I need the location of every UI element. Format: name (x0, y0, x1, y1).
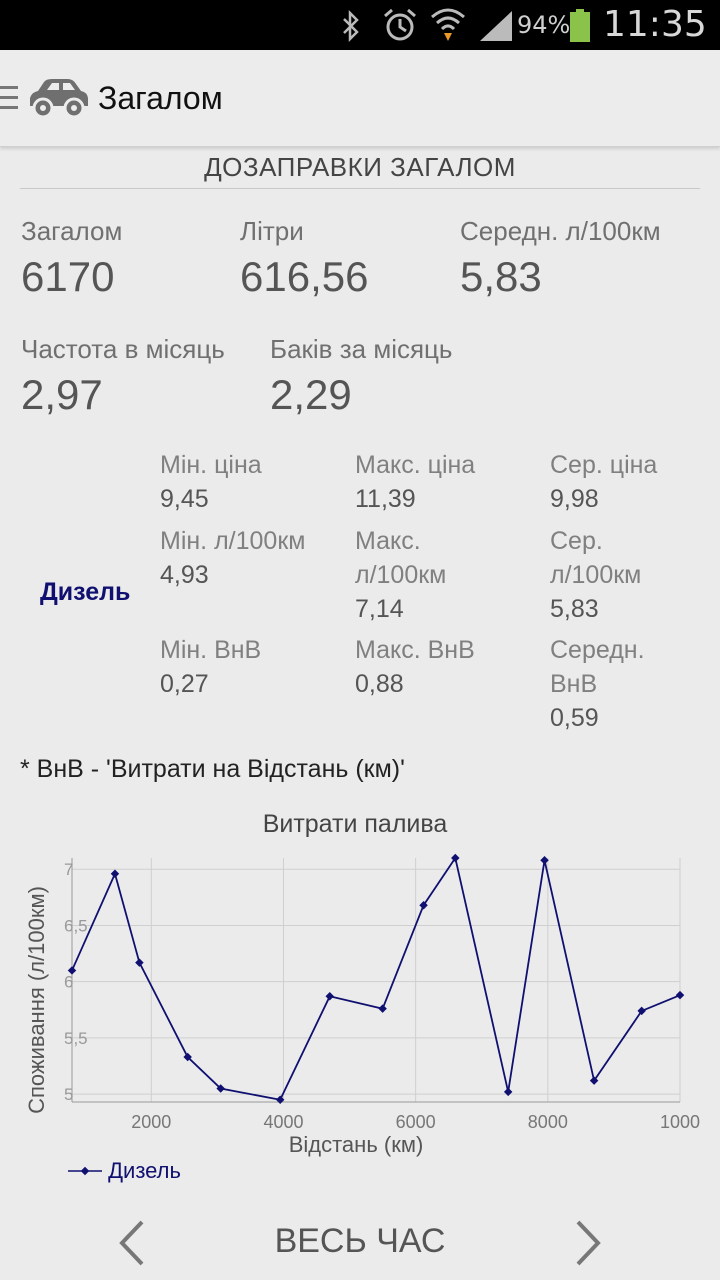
y-tick-label: 6,5 (64, 916, 88, 935)
stat-value: 6170 (21, 253, 115, 300)
cell-value: 0,59 (550, 704, 599, 732)
stat-tanks-per-month: Баків за місяць 2,29 (270, 334, 452, 419)
car-icon[interactable] (26, 76, 90, 122)
action-bar: Загалом (0, 50, 720, 147)
data-point (325, 992, 334, 1001)
x-tick-label: 2000 (131, 1112, 171, 1132)
chevron-right-icon[interactable] (568, 1218, 608, 1268)
fuel-cell-max-price: Макс. ціна 11,39 (355, 448, 535, 516)
cell-value: 9,45 (160, 485, 209, 513)
fuel-cell-min-price: Мін. ціна 9,45 (160, 448, 340, 516)
fuel-cell-max-consumption: Макс. л/100км 7,14 (355, 524, 505, 626)
cell-label: Мін. ВнВ (160, 636, 262, 664)
stat-label: Літри (240, 216, 304, 246)
stat-label: Баків за місяць (270, 334, 453, 364)
status-bar: 94% 11:35 (0, 0, 720, 50)
stat-monthly-frequency: Частота в місяць 2,97 (21, 334, 225, 419)
cell-value: 9,98 (550, 485, 599, 513)
cell-label: Макс. л/100км (355, 527, 447, 589)
series-line (71, 855, 681, 1101)
battery-percent: 94% (517, 11, 571, 39)
stat-average-consumption: Середн. л/100км 5,83 (460, 216, 661, 301)
y-tick-label: 5 (64, 1085, 73, 1104)
fuel-cell-max-cpd: Макс. ВнВ 0,88 (355, 633, 535, 701)
chart-title: Витрати палива (262, 810, 448, 838)
stat-liters: Літри 616,56 (240, 216, 368, 301)
stat-value: 2,29 (270, 371, 352, 418)
fuel-type-name: Дизель (40, 578, 131, 606)
wifi-icon (431, 8, 465, 41)
data-point (110, 869, 120, 878)
x-axis-label: Відстань (км) (289, 1132, 424, 1157)
stat-label: Середн. л/100км (460, 216, 661, 246)
cell-value: 5,83 (550, 595, 599, 623)
stat-label: Загалом (21, 216, 123, 246)
cell-label: Макс. ціна (355, 451, 476, 479)
cell-label: Мін. ціна (160, 451, 262, 479)
data-point (378, 1004, 387, 1013)
legend-line-icon (68, 1166, 102, 1176)
battery-icon (570, 9, 590, 42)
drawer-menu-icon[interactable] (0, 84, 20, 114)
y-tick-label: 5,5 (64, 1029, 88, 1048)
period-label[interactable]: ВЕСЬ ЧАС (160, 1222, 560, 1261)
page-title: Загалом (98, 80, 223, 116)
cell-value: 4,93 (160, 561, 209, 589)
x-tick-label: 8000 (528, 1112, 568, 1132)
chart-legend: Дизель (68, 1158, 181, 1184)
x-tick-label: 1000 (660, 1112, 700, 1132)
fuel-cell-avg-price: Сер. ціна 9,98 (550, 448, 710, 516)
cell-value: 0,27 (160, 670, 209, 698)
stat-value: 5,83 (460, 253, 542, 300)
stat-value: 616,56 (240, 253, 369, 300)
stat-total: Загалом 6170 (21, 216, 122, 301)
signal-icon (480, 11, 512, 41)
legend-label: Дизель (108, 1158, 181, 1183)
cell-value: 0,88 (355, 670, 404, 698)
cell-label: Мін. л/100км (160, 527, 306, 555)
fuel-consumption-chart: 2000 4000 6000 8000 1000 5 5,5 6 6,5 7 Відстань (к… (24, 853, 700, 1157)
bluetooth-icon (343, 10, 359, 42)
fuel-cell-avg-consumption: Сер. л/100км 5,83 (550, 524, 700, 626)
stat-value: 2,97 (21, 371, 103, 418)
cell-label: Сер. ціна (550, 451, 658, 479)
cell-value: 11,39 (355, 485, 416, 513)
y-axis-label: Споживання (л/100км) (24, 886, 49, 1114)
footnote: * ВнВ - 'Витрати на Відстань (км)' (20, 755, 405, 783)
alarm-icon (384, 8, 416, 41)
data-point (675, 990, 685, 1000)
cell-label: Сер. л/100км (550, 527, 642, 589)
cell-value: 7,14 (355, 595, 404, 623)
y-tick-label: 7 (64, 860, 73, 879)
y-tick-label: 6 (64, 973, 73, 992)
cell-label: Макс. ВнВ (355, 636, 475, 664)
stat-label: Частота в місяць (21, 334, 225, 364)
fuel-cell-min-consumption: Мін. л/100км 4,93 (160, 524, 310, 592)
fuel-cell-min-cpd: Мін. ВнВ 0,27 (160, 633, 340, 701)
x-tick-label: 6000 (396, 1112, 436, 1132)
section-header: ДОЗАПРАВКИ ЗАГАЛОМ (20, 152, 700, 189)
data-point (503, 1087, 513, 1097)
x-tick-label: 4000 (263, 1112, 303, 1132)
chevron-left-icon[interactable] (112, 1218, 152, 1268)
fuel-cell-avg-cpd: Середн. ВнВ 0,59 (550, 633, 690, 735)
clock: 11:35 (603, 4, 707, 45)
data-point (135, 958, 144, 967)
cell-label: Середн. ВнВ (550, 636, 645, 698)
